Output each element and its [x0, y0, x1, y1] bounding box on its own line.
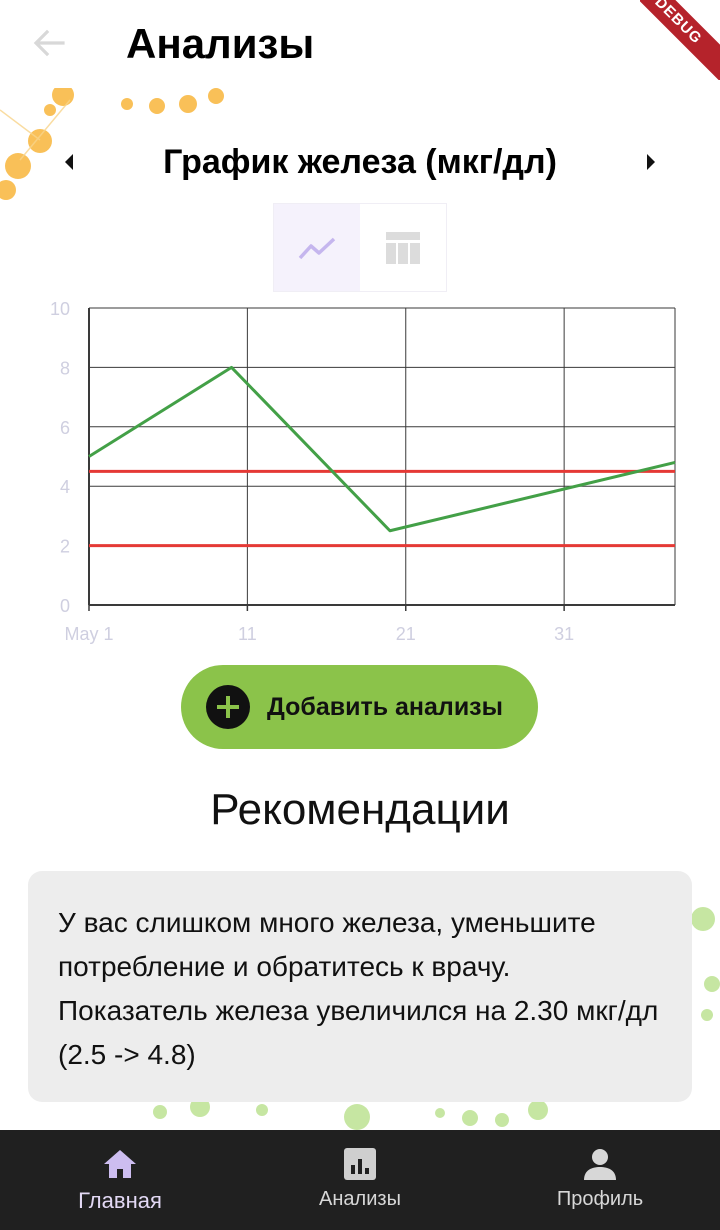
caret-right-icon	[647, 154, 655, 170]
x-tick-label: 21	[396, 624, 416, 644]
line-chart-icon	[298, 237, 336, 259]
bottom-navigation: Главная Анализы Профиль	[0, 1130, 720, 1230]
home-icon	[102, 1146, 138, 1182]
add-analysis-button[interactable]: Добавить анализы	[181, 665, 538, 749]
debug-banner: DEBUG	[640, 0, 720, 80]
nav-item-analyses[interactable]: Анализы	[300, 1130, 420, 1230]
y-tick-label: 2	[60, 537, 70, 557]
nav-item-home[interactable]: Главная	[60, 1130, 180, 1230]
table-icon	[386, 231, 420, 264]
nav-label-analyses: Анализы	[319, 1188, 401, 1210]
recommendations-title: Рекомендации	[210, 785, 510, 834]
back-button[interactable]	[24, 20, 74, 66]
y-tick-label: 4	[60, 477, 70, 497]
nav-label-home: Главная	[78, 1188, 162, 1213]
person-icon	[582, 1146, 618, 1182]
table-view-button[interactable]	[360, 204, 446, 291]
app-bar: Анализы DEBUG	[0, 0, 720, 88]
page-title: Анализы	[126, 20, 315, 67]
chart-title: График железа (мкг/дл)	[163, 143, 557, 181]
previous-chart-button[interactable]	[54, 144, 84, 180]
y-tick-label: 0	[60, 596, 70, 616]
add-circle-icon	[206, 685, 250, 729]
iron-chart: 0 2 4 6 8 10 May 1 11 21 31	[50, 299, 676, 644]
view-toggle	[273, 203, 447, 292]
next-chart-button[interactable]	[636, 144, 666, 180]
chart-view-button[interactable]	[274, 204, 360, 291]
x-tick-label: 31	[554, 624, 574, 644]
analytics-icon	[342, 1146, 378, 1182]
y-tick-label: 8	[60, 358, 70, 378]
caret-left-icon	[65, 154, 73, 170]
nav-item-profile[interactable]: Профиль	[540, 1130, 660, 1230]
x-tick-label: 11	[238, 624, 257, 644]
recommendation-card: У вас слишком много железа, уменьшите по…	[28, 871, 692, 1102]
y-tick-label: 10	[50, 299, 70, 319]
arrow-back-icon	[33, 29, 65, 57]
x-tick-label: May 1	[64, 624, 113, 644]
chart-header: График железа (мкг/дл)	[0, 130, 720, 194]
recommendation-text: У вас слишком много железа, уменьшите по…	[58, 907, 659, 1070]
series-line	[88, 365, 676, 533]
nav-label-profile: Профиль	[556, 1188, 644, 1210]
y-tick-label: 6	[60, 418, 70, 438]
add-analysis-label: Добавить анализы	[267, 692, 503, 721]
